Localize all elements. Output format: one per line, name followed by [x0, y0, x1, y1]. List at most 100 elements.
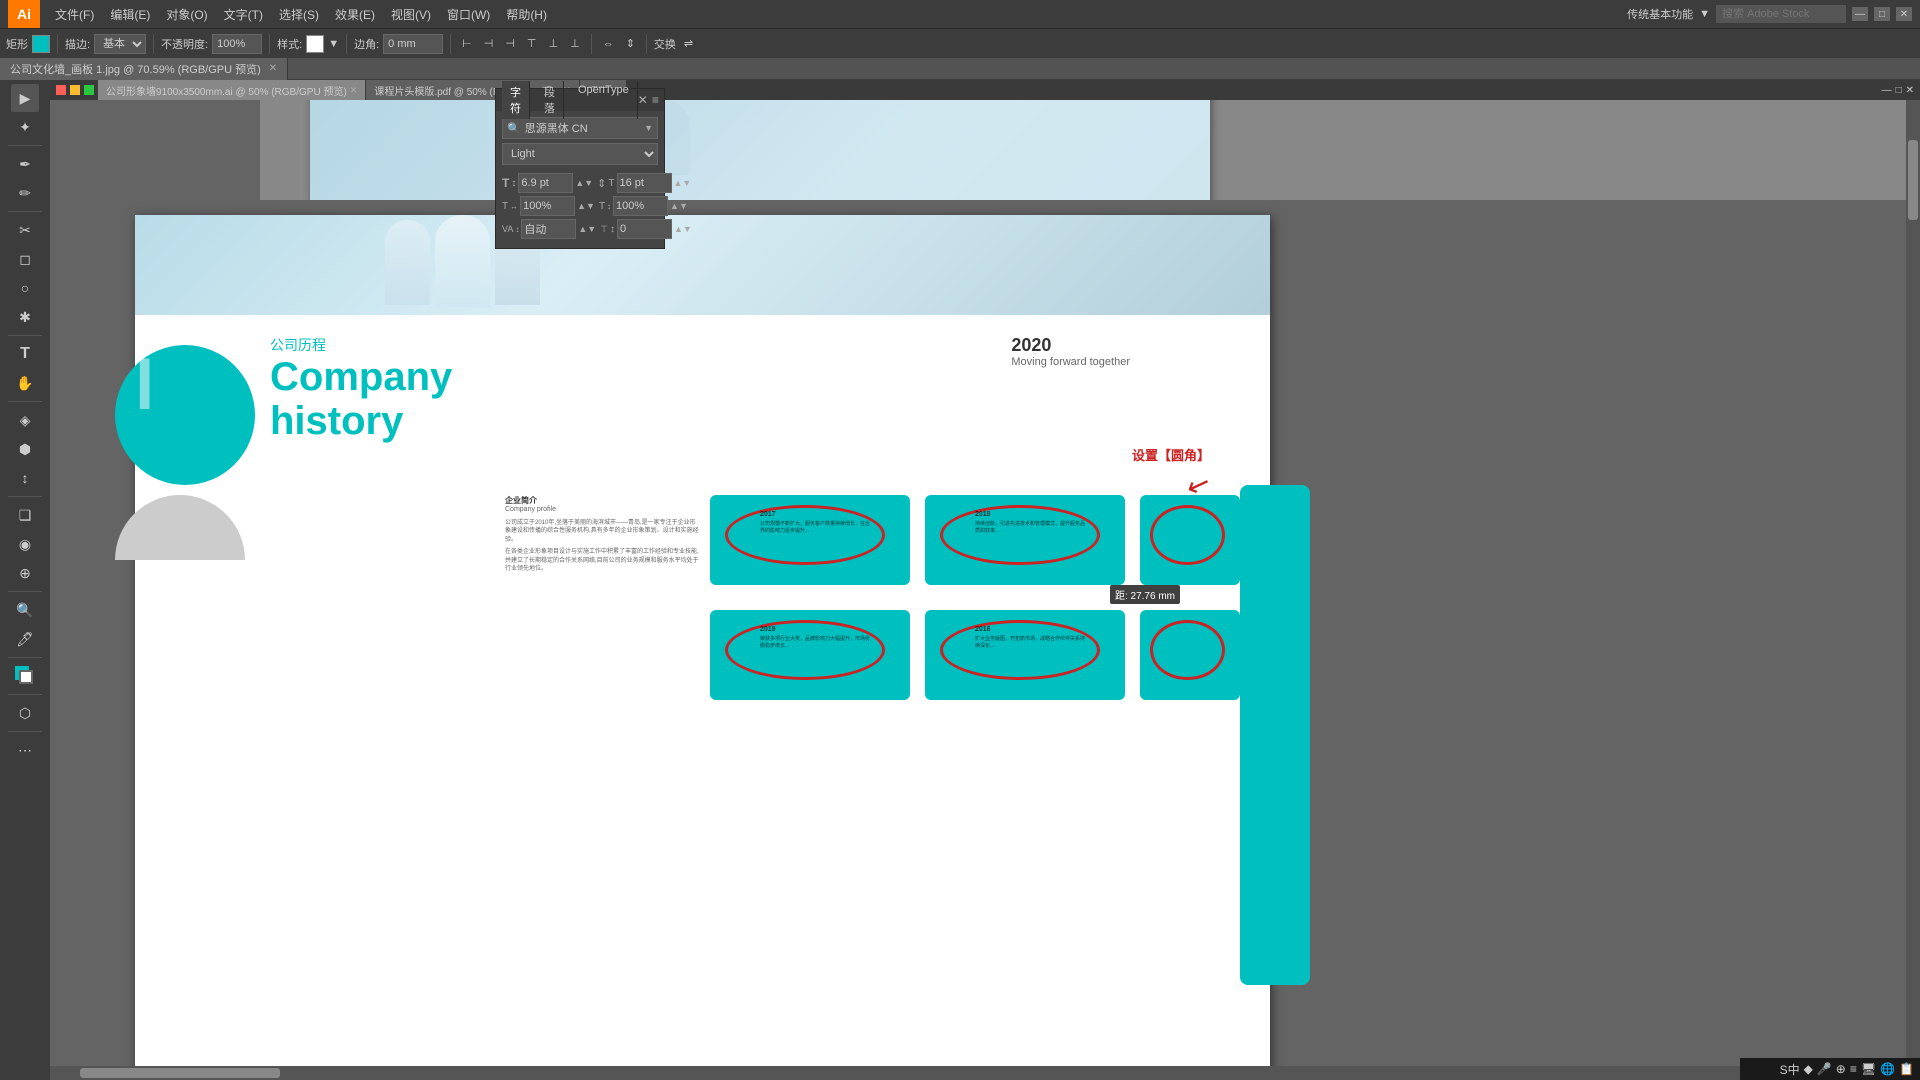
- h-scrollbar-thumb[interactable]: [80, 1068, 280, 1078]
- menu-window[interactable]: 窗口(W): [440, 4, 497, 25]
- more-tools-icon[interactable]: ⋯: [11, 736, 39, 764]
- teal-card-2016[interactable]: 2016 扩大业务版图，开拓新市场，战略合作伙伴关系持续深化...: [925, 610, 1125, 700]
- align-bottom-button[interactable]: ⊥: [566, 35, 584, 52]
- leading-input[interactable]: [617, 173, 672, 193]
- stroke-select[interactable]: 基本: [94, 34, 146, 54]
- font-size-arrow[interactable]: ▲▼: [575, 178, 593, 188]
- reflect-tool[interactable]: ❏: [11, 501, 39, 529]
- rotate-tool[interactable]: ◉: [11, 530, 39, 558]
- menu-view[interactable]: 视图(V): [384, 4, 438, 25]
- transform-button[interactable]: ⇌: [680, 35, 697, 52]
- ellipse-tool[interactable]: ○: [11, 274, 39, 302]
- tray-screen-icon[interactable]: 🖥: [1861, 1062, 1876, 1076]
- doc-tab-image[interactable]: 公司文化墙_画板 1.jpg @ 70.59% (RGB/GPU 预览) ✕: [0, 58, 288, 80]
- eyedropper-tool[interactable]: 🖊: [11, 625, 39, 653]
- maximize-button[interactable]: □: [1874, 7, 1890, 21]
- align-top-button[interactable]: ⊤: [523, 35, 541, 52]
- direct-select-tool[interactable]: ✦: [11, 113, 39, 141]
- minimize-button[interactable]: —: [1852, 7, 1868, 21]
- tracking-arrow[interactable]: ▲▼: [578, 224, 596, 234]
- menu-help[interactable]: 帮助(H): [499, 4, 554, 25]
- scale-h-arrow[interactable]: ▲▼: [577, 201, 595, 211]
- close-button[interactable]: ✕: [1896, 7, 1912, 21]
- tray-network-icon[interactable]: 🌐: [1880, 1062, 1895, 1076]
- fill-stroke-indicator[interactable]: [11, 662, 39, 690]
- distribute-h-button[interactable]: ⇔: [599, 36, 618, 52]
- distribute-v-button[interactable]: ⇕: [622, 35, 639, 52]
- scale-v-input[interactable]: [613, 196, 668, 216]
- star-tool[interactable]: ✱: [11, 303, 39, 331]
- mesh-tool[interactable]: ⬢: [11, 435, 39, 463]
- draw-mode-icon[interactable]: ⬡: [11, 699, 39, 727]
- style-dropdown[interactable]: ▼: [328, 38, 339, 50]
- window-min-dot[interactable]: [70, 85, 80, 95]
- corner-input[interactable]: [383, 34, 443, 54]
- font-panel-header[interactable]: 字符 段落 OpenType ✕ ≡: [496, 89, 664, 111]
- horizontal-scrollbar[interactable]: [50, 1066, 1906, 1080]
- fill-color-swatch[interactable]: [32, 35, 50, 53]
- v-scrollbar-thumb[interactable]: [1908, 140, 1918, 220]
- scale-tool[interactable]: ⊕: [11, 559, 39, 587]
- pencil-tool[interactable]: ✏: [11, 179, 39, 207]
- teal-card-2018[interactable]: 2018 持续创新，引进先进技术和管理模式，提升服务品质和效率...: [925, 495, 1125, 585]
- align-center-v-button[interactable]: ⊥: [545, 35, 563, 52]
- panel-tab-character[interactable]: 字符: [502, 81, 530, 119]
- teal-card-2019[interactable]: 2019 荣获多项行业大奖，品牌影响力大幅提升，市场份额稳步增长...: [710, 610, 910, 700]
- menu-effect[interactable]: 效果(E): [328, 4, 382, 25]
- inner-tab-main-close[interactable]: ✕: [350, 85, 358, 96]
- menu-file[interactable]: 文件(F): [48, 4, 101, 25]
- teal-card-row2-col3[interactable]: [1140, 610, 1240, 700]
- baseline-arrow[interactable]: ▲▼: [674, 224, 692, 234]
- blend-tool[interactable]: ↕: [11, 464, 39, 492]
- workspace-dropdown-icon[interactable]: ▼: [1699, 8, 1710, 20]
- window-max-dot[interactable]: [84, 85, 94, 95]
- gradient-tool[interactable]: ◈: [11, 406, 39, 434]
- inner-window-close[interactable]: ✕: [1906, 85, 1914, 96]
- tray-menu-icon[interactable]: ≡: [1850, 1062, 1857, 1076]
- tray-plus-icon[interactable]: ⊕: [1836, 1062, 1846, 1076]
- leading-arrow[interactable]: ▲▼: [674, 178, 692, 188]
- font-size-input[interactable]: [518, 173, 573, 193]
- menu-object[interactable]: 对象(O): [159, 4, 214, 25]
- hand-tool[interactable]: ✋: [11, 369, 39, 397]
- opacity-input[interactable]: [212, 34, 262, 54]
- scale-v-arrow[interactable]: ▲▼: [670, 201, 688, 211]
- window-close-dot[interactable]: [56, 85, 66, 95]
- tray-icon-1[interactable]: ◆: [1804, 1062, 1813, 1076]
- type-tool[interactable]: T: [11, 340, 39, 368]
- font-panel-menu[interactable]: ≡: [652, 93, 659, 107]
- scale-h-input[interactable]: [520, 196, 575, 216]
- tracking-input[interactable]: [521, 219, 576, 239]
- panel-tab-paragraph[interactable]: 段落: [536, 81, 564, 119]
- menu-type[interactable]: 文字(T): [217, 4, 270, 25]
- tray-clipboard-icon[interactable]: 📋: [1899, 1062, 1914, 1076]
- rectangle-tool[interactable]: ◻: [11, 245, 39, 273]
- doc-tab-image-close[interactable]: ✕: [269, 63, 277, 74]
- zoom-tool[interactable]: 🔍: [11, 596, 39, 624]
- panel-tab-opentype[interactable]: OpenType: [570, 81, 638, 119]
- tray-sougou[interactable]: S中: [1780, 1061, 1800, 1078]
- font-panel-close[interactable]: ✕: [638, 93, 648, 107]
- align-left-button[interactable]: ⊢: [458, 35, 476, 52]
- inner-tab-main[interactable]: 公司形象墙9100x3500mm.ai @ 50% (RGB/GPU 预览) ✕: [98, 80, 366, 100]
- inner-window-min[interactable]: —: [1882, 85, 1892, 96]
- font-name-input[interactable]: [525, 122, 640, 134]
- font-search-dropdown[interactable]: ▼: [640, 123, 657, 133]
- align-right-button[interactable]: ⊣: [501, 35, 519, 52]
- teal-card-2017[interactable]: 2017 公司规模不断扩大，服务客户数量持续增长，在业界的影响力逐步提升...: [710, 495, 910, 585]
- baseline-input[interactable]: [617, 219, 672, 239]
- style-swatch[interactable]: [306, 35, 324, 53]
- inner-window-max[interactable]: □: [1896, 85, 1902, 96]
- tray-mic-icon[interactable]: 🎤: [1817, 1062, 1832, 1076]
- menu-edit[interactable]: 编辑(E): [103, 4, 157, 25]
- font-name-search[interactable]: 🔍 ▼: [502, 117, 658, 139]
- align-center-h-button[interactable]: ⊣: [480, 35, 498, 52]
- teal-card-row1-col3[interactable]: [1140, 495, 1240, 585]
- scissors-tool[interactable]: ✂: [11, 216, 39, 244]
- stock-search-input[interactable]: [1716, 5, 1846, 23]
- menu-select[interactable]: 选择(S): [272, 4, 326, 25]
- font-style-select[interactable]: Light: [502, 143, 658, 165]
- pen-tool[interactable]: ✒: [11, 150, 39, 178]
- select-tool[interactable]: ▶: [11, 84, 39, 112]
- vertical-scrollbar[interactable]: [1906, 100, 1920, 1066]
